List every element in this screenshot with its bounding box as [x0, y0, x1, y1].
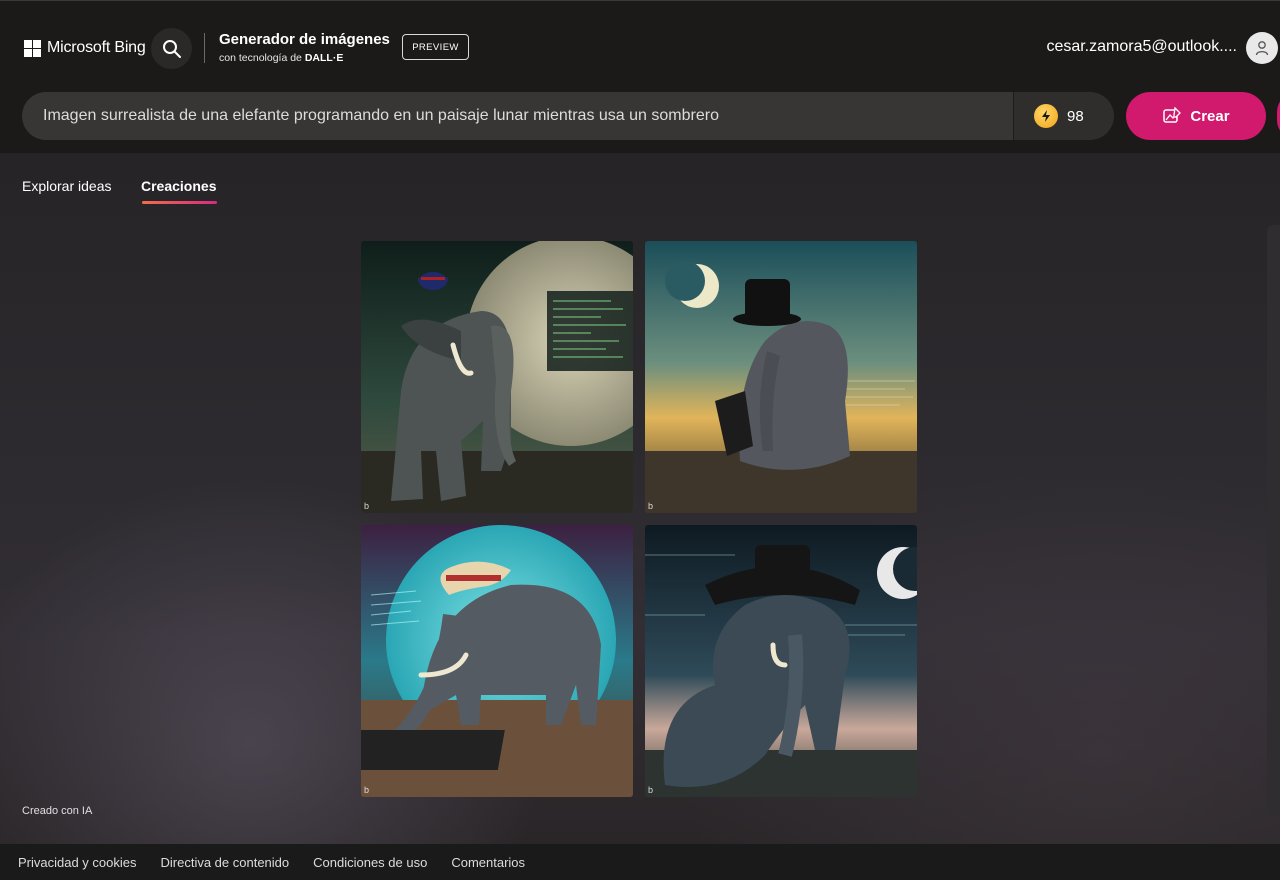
- footer-link-feedback[interactable]: Comentarios: [451, 855, 525, 870]
- top-bar: Microsoft Bing Generador de imágenes con…: [0, 0, 1280, 153]
- user-icon: [1255, 41, 1269, 56]
- tab-creations[interactable]: Creaciones: [141, 178, 216, 194]
- search-icon: [162, 39, 181, 58]
- scrollbar[interactable]: [1267, 225, 1280, 815]
- generated-image-4[interactable]: b: [645, 525, 917, 797]
- search-button[interactable]: [151, 28, 192, 69]
- app-title[interactable]: Generador de imágenes: [219, 31, 390, 48]
- user-email[interactable]: cesar.zamora5@outlook....: [1046, 38, 1237, 56]
- watermark-icon: b: [364, 785, 370, 795]
- preview-badge: PREVIEW: [402, 34, 469, 60]
- tab-explore-ideas[interactable]: Explorar ideas: [22, 178, 112, 194]
- watermark-icon: b: [364, 501, 370, 511]
- prompt-input[interactable]: Imagen surrealista de una elefante progr…: [22, 92, 1013, 140]
- ai-created-label: Creado con IA: [22, 805, 93, 817]
- generated-image-2[interactable]: b: [645, 241, 917, 513]
- prompt-text: Imagen surrealista de una elefante progr…: [43, 107, 719, 124]
- active-tab-indicator: [142, 201, 217, 204]
- watermark-icon: b: [648, 785, 654, 795]
- footer: Privacidad y cookies Directiva de conten…: [0, 844, 1280, 880]
- footer-link-terms[interactable]: Condiciones de uso: [313, 855, 427, 870]
- watermark-icon: b: [648, 501, 654, 511]
- footer-link-privacy[interactable]: Privacidad y cookies: [18, 855, 137, 870]
- bing-logo[interactable]: Microsoft Bing: [24, 38, 146, 58]
- lightning-coin-icon: [1034, 104, 1058, 128]
- create-button[interactable]: Crear: [1126, 92, 1266, 140]
- create-label: Crear: [1190, 107, 1230, 125]
- generated-image-3[interactable]: b: [361, 525, 633, 797]
- footer-link-content-policy[interactable]: Directiva de contenido: [161, 855, 290, 870]
- generated-image-1[interactable]: b: [361, 241, 633, 513]
- avatar[interactable]: [1246, 32, 1278, 64]
- header-divider: [204, 33, 205, 63]
- main-content: Explorar ideas Creaciones b b b b Creado…: [0, 153, 1280, 844]
- create-image-icon: [1163, 106, 1182, 123]
- logo-text: Microsoft Bing: [47, 39, 146, 56]
- boost-counter[interactable]: 98: [1013, 92, 1114, 140]
- microsoft-logo-icon: [24, 39, 41, 57]
- app-subtitle: con tecnología de DALL·E: [219, 52, 343, 64]
- app-subtitle-prefix: con tecnología de: [219, 52, 302, 64]
- app-subtitle-brand: DALL·E: [304, 52, 344, 64]
- boost-count: 98: [1067, 107, 1084, 125]
